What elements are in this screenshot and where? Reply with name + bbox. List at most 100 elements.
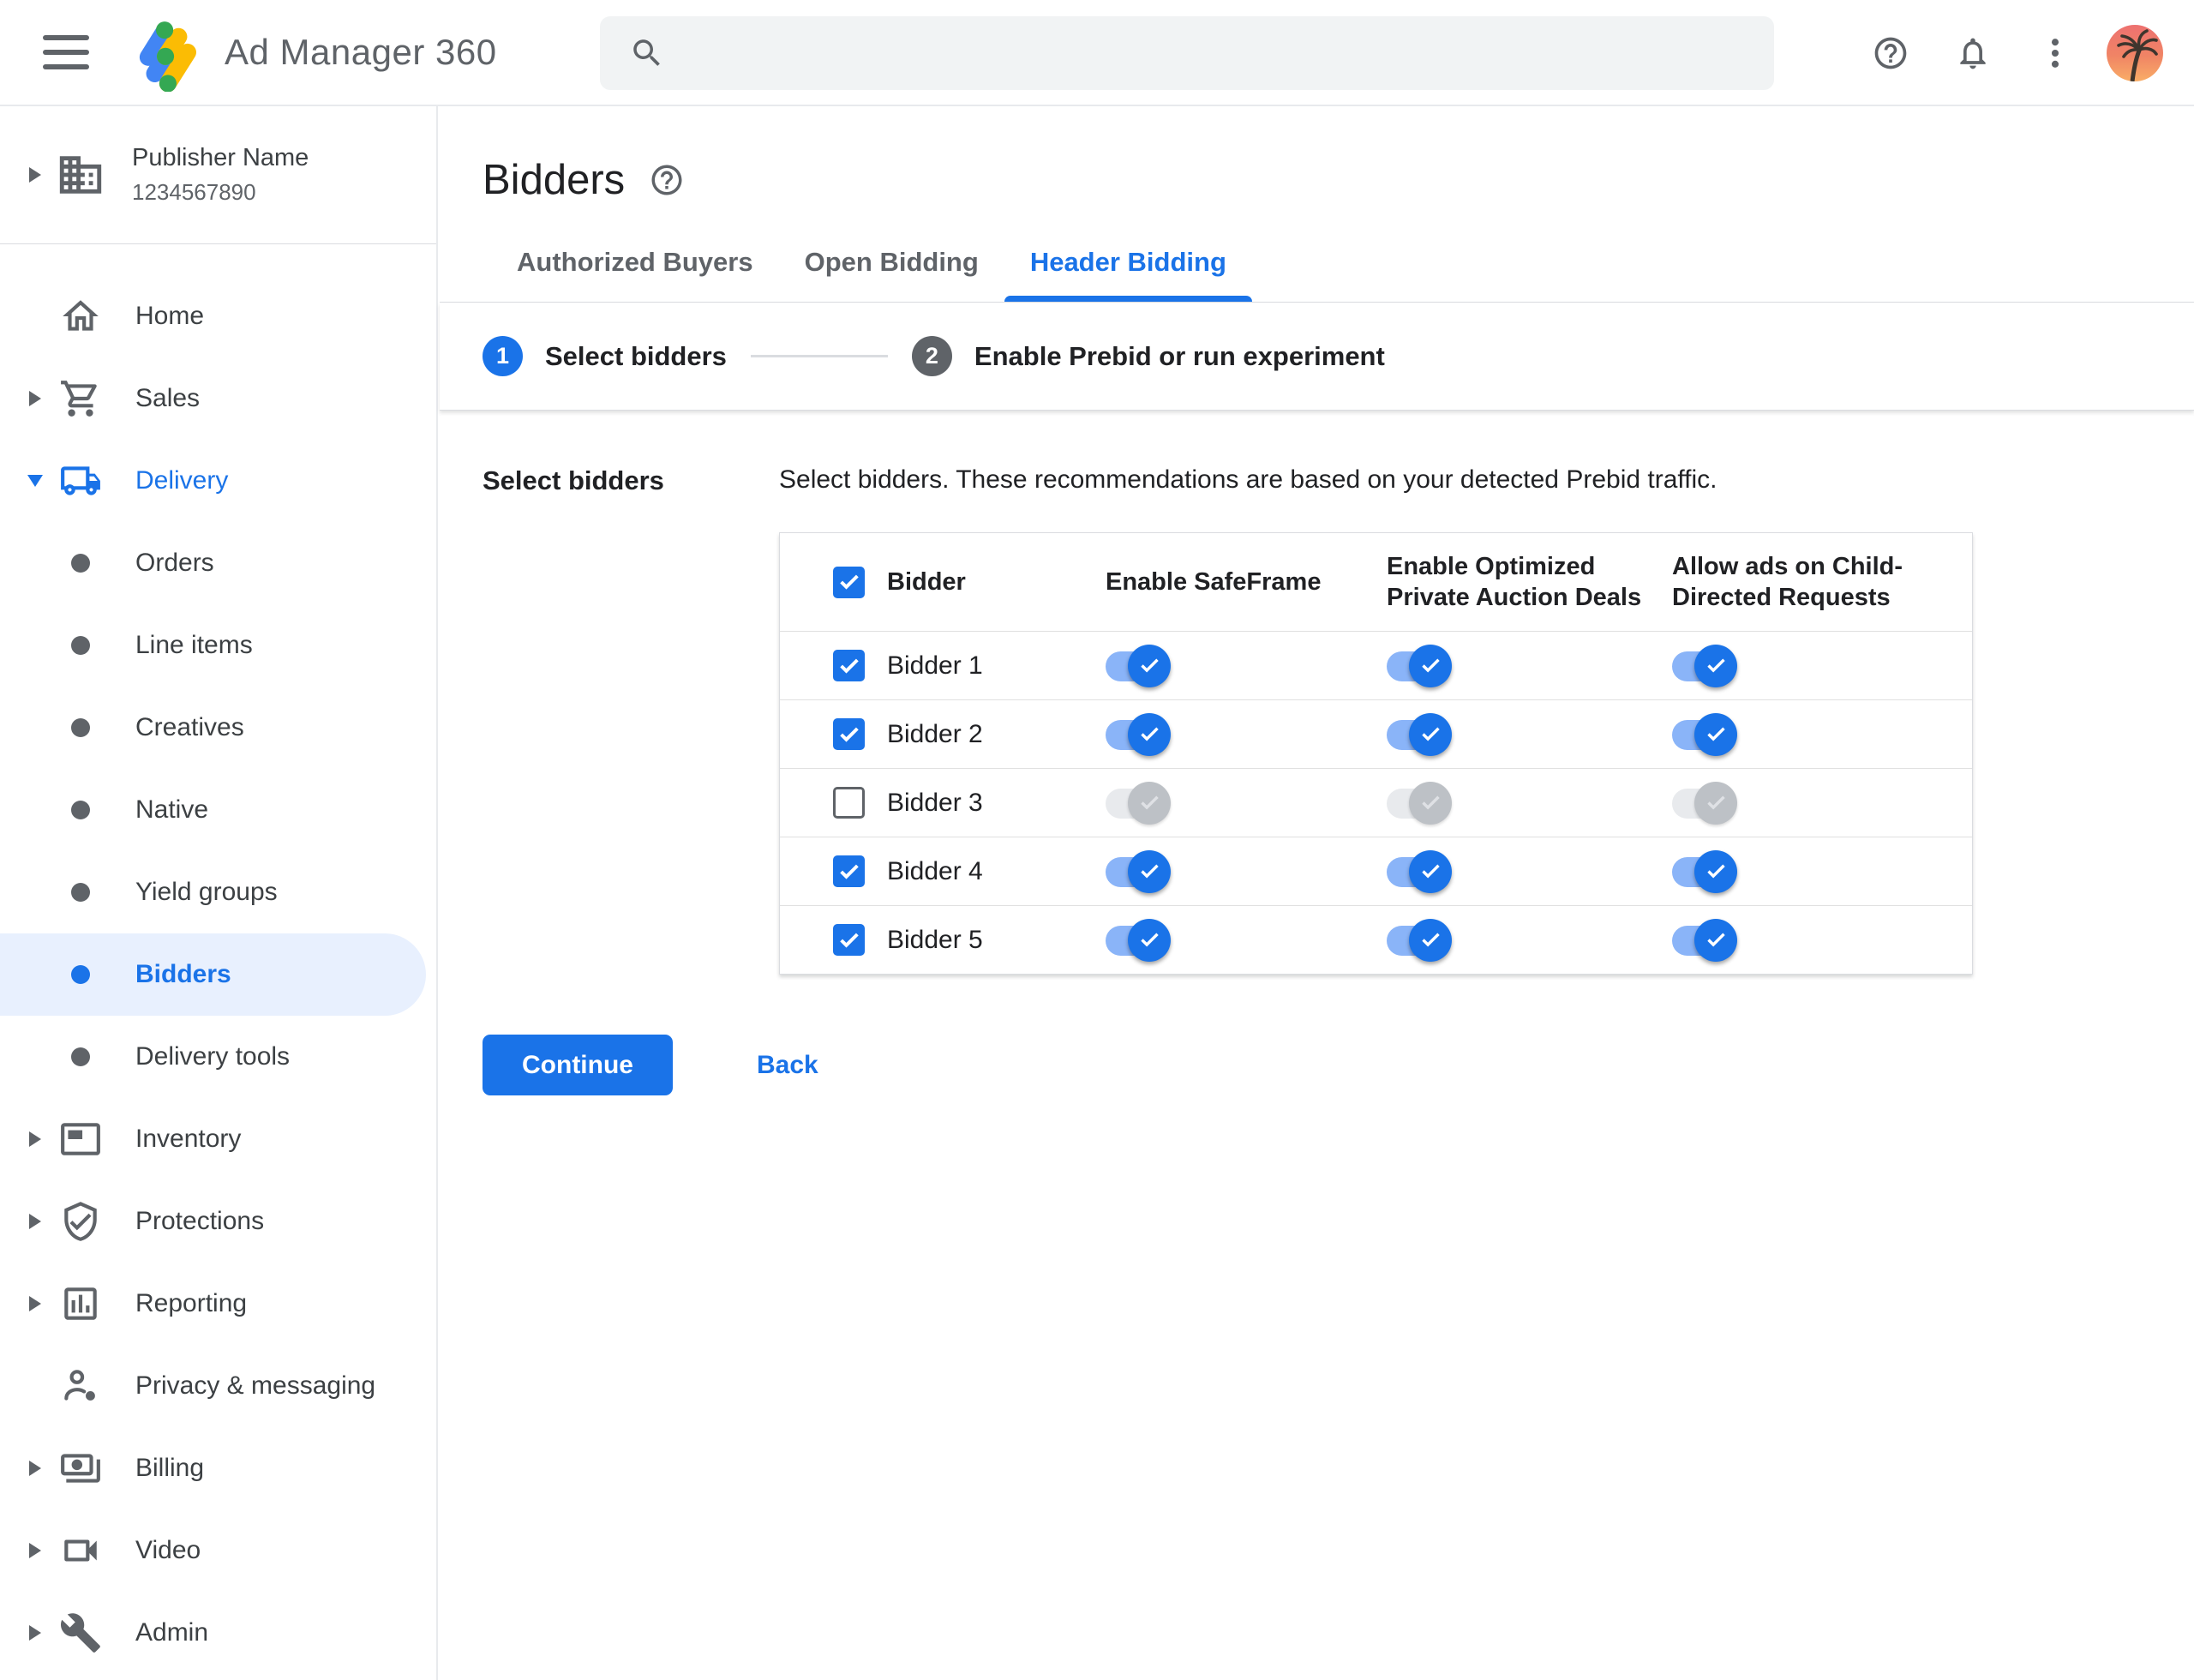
- table-row-bidder-5: Bidder 5: [780, 905, 1972, 974]
- tab-bar: Authorized Buyers Open Bidding Header Bidd…: [440, 247, 2194, 303]
- bidder-name: Bidder 5: [887, 925, 983, 954]
- row-checkbox[interactable]: [833, 650, 865, 681]
- sidebar-item-sales[interactable]: Sales: [0, 357, 436, 440]
- toggle-thumb: [1128, 644, 1171, 687]
- sidebar-item-label: Delivery: [135, 466, 229, 495]
- stepper: 1 Select bidders 2 Enable Prebid or run exp…: [440, 303, 2194, 411]
- toggle-thumb: [1409, 644, 1452, 687]
- building-icon: [55, 149, 106, 201]
- continue-button[interactable]: Continue: [483, 1035, 673, 1095]
- select-all-checkbox[interactable]: [833, 566, 865, 598]
- account-avatar[interactable]: [2107, 25, 2163, 81]
- sidebar-item-video[interactable]: Video: [0, 1509, 436, 1592]
- tab-header-bidding[interactable]: Header Bidding: [1004, 247, 1252, 302]
- sidebar-item-admin[interactable]: Admin: [0, 1592, 436, 1674]
- optimized-deals-toggle[interactable]: [1387, 779, 1454, 827]
- sidebar-item-inventory[interactable]: Inventory: [0, 1098, 436, 1180]
- row-checkbox[interactable]: [833, 855, 865, 887]
- section-label: Select bidders: [483, 465, 664, 495]
- sidebar-item-label: Video: [135, 1536, 201, 1564]
- search-icon: [633, 39, 660, 66]
- tab-open-bidding[interactable]: Open Bidding: [779, 247, 1004, 302]
- row-checkbox[interactable]: [833, 787, 865, 819]
- sidebar-item-label: Sales: [135, 384, 201, 412]
- step-label: Select bidders: [545, 340, 727, 371]
- chevron-right-icon: [29, 1543, 41, 1558]
- safeframe-toggle[interactable]: [1106, 779, 1172, 827]
- bidder-name: Bidder 4: [887, 856, 983, 885]
- search-input[interactable]: [686, 39, 1714, 68]
- child-directed-toggle[interactable]: [1672, 779, 1739, 827]
- bidder-name: Bidder 1: [887, 651, 983, 680]
- sidebar-item-yield-groups[interactable]: Yield groups: [0, 851, 436, 933]
- sidebar-item-label: Home: [135, 302, 205, 330]
- three-dots-icon: [2051, 39, 2059, 68]
- tab-authorized-buyers[interactable]: Authorized Buyers: [491, 247, 779, 302]
- toggle-thumb: [1128, 849, 1171, 893]
- sidebar-item-label: Inventory: [135, 1125, 242, 1153]
- main-content: Bidders Authorized Buyers Open Bidding Hea…: [440, 106, 2194, 1680]
- safeframe-toggle[interactable]: [1106, 916, 1172, 964]
- child-directed-toggle[interactable]: [1672, 916, 1739, 964]
- bullet-icon: [71, 1047, 90, 1066]
- payments-icon: [61, 1454, 100, 1483]
- step-connector: [750, 355, 888, 357]
- step-2[interactable]: 2 Enable Prebid or run experiment: [911, 336, 1385, 376]
- sidebar-item-privacy-messaging[interactable]: Privacy & messaging: [0, 1345, 436, 1427]
- sidebar-item-protections[interactable]: Protections: [0, 1180, 436, 1263]
- help-button[interactable]: [1849, 12, 1932, 94]
- publisher-account-switcher[interactable]: Publisher Name 1234567890: [0, 106, 436, 244]
- optimized-deals-toggle[interactable]: [1387, 916, 1454, 964]
- table-header-row: Bidder Enable SafeFrame Enable Optimized P…: [780, 533, 1972, 631]
- bar-chart-icon: [64, 1287, 97, 1320]
- sidebar-item-bidders[interactable]: Bidders: [0, 933, 426, 1016]
- search-bar[interactable]: [600, 16, 1774, 90]
- step-number-badge: 1: [483, 336, 523, 376]
- sidebar-item-delivery[interactable]: Delivery: [0, 440, 436, 522]
- sidebar-item-orders[interactable]: Orders: [0, 522, 436, 604]
- notifications-button[interactable]: [1932, 12, 2014, 94]
- optimized-deals-toggle[interactable]: [1387, 848, 1454, 896]
- sidebar-item-reporting[interactable]: Reporting: [0, 1263, 436, 1345]
- sidebar-item-label: Admin: [135, 1618, 209, 1647]
- page-help-button[interactable]: [649, 162, 685, 198]
- sidebar-item-creatives[interactable]: Creatives: [0, 687, 436, 769]
- row-checkbox[interactable]: [833, 718, 865, 750]
- sidebar-item-home[interactable]: Home: [0, 275, 436, 357]
- back-link[interactable]: Back: [757, 1051, 818, 1080]
- optimized-deals-toggle[interactable]: [1387, 711, 1454, 759]
- safeframe-toggle[interactable]: [1106, 848, 1172, 896]
- videocam-icon: [64, 1539, 97, 1562]
- safeframe-toggle[interactable]: [1106, 711, 1172, 759]
- toggle-thumb: [1409, 712, 1452, 756]
- sidebar-item-label: Yield groups: [135, 878, 278, 906]
- bidder-name: Bidder 2: [887, 719, 983, 748]
- child-directed-toggle[interactable]: [1672, 711, 1739, 759]
- sidebar-nav: Home Sales Delivery Orders Line items Creativ…: [0, 244, 436, 1674]
- step-1[interactable]: 1 Select bidders: [483, 336, 727, 376]
- sidebar-item-billing[interactable]: Billing: [0, 1427, 436, 1509]
- sidebar-item-delivery-tools[interactable]: Delivery tools: [0, 1016, 436, 1098]
- toggle-thumb: [1694, 781, 1737, 825]
- bullet-icon: [71, 636, 90, 655]
- product-name: Ad Manager 360: [225, 32, 497, 72]
- chevron-right-icon: [29, 1296, 41, 1311]
- top-app-bar: Ad Manager 360: [0, 0, 2194, 106]
- toggle-thumb: [1128, 712, 1171, 756]
- shield-check-icon: [64, 1202, 97, 1241]
- row-checkbox[interactable]: [833, 924, 865, 956]
- child-directed-toggle[interactable]: [1672, 642, 1739, 690]
- optimized-deals-toggle[interactable]: [1387, 642, 1454, 690]
- overflow-menu-button[interactable]: [2014, 12, 2096, 94]
- table-row-bidder-4: Bidder 4: [780, 837, 1972, 905]
- child-directed-toggle[interactable]: [1672, 848, 1739, 896]
- sidebar-item-line-items[interactable]: Line items: [0, 604, 436, 687]
- column-header-optimized-deals: Enable Optimized Private Auction Deals: [1387, 552, 1642, 611]
- sidebar-item-native[interactable]: Native: [0, 769, 436, 851]
- toggle-thumb: [1694, 644, 1737, 687]
- tab-label: Open Bidding: [804, 247, 979, 277]
- toggle-thumb: [1694, 849, 1737, 893]
- safeframe-toggle[interactable]: [1106, 642, 1172, 690]
- toggle-thumb: [1128, 918, 1171, 962]
- menu-icon[interactable]: [43, 35, 89, 69]
